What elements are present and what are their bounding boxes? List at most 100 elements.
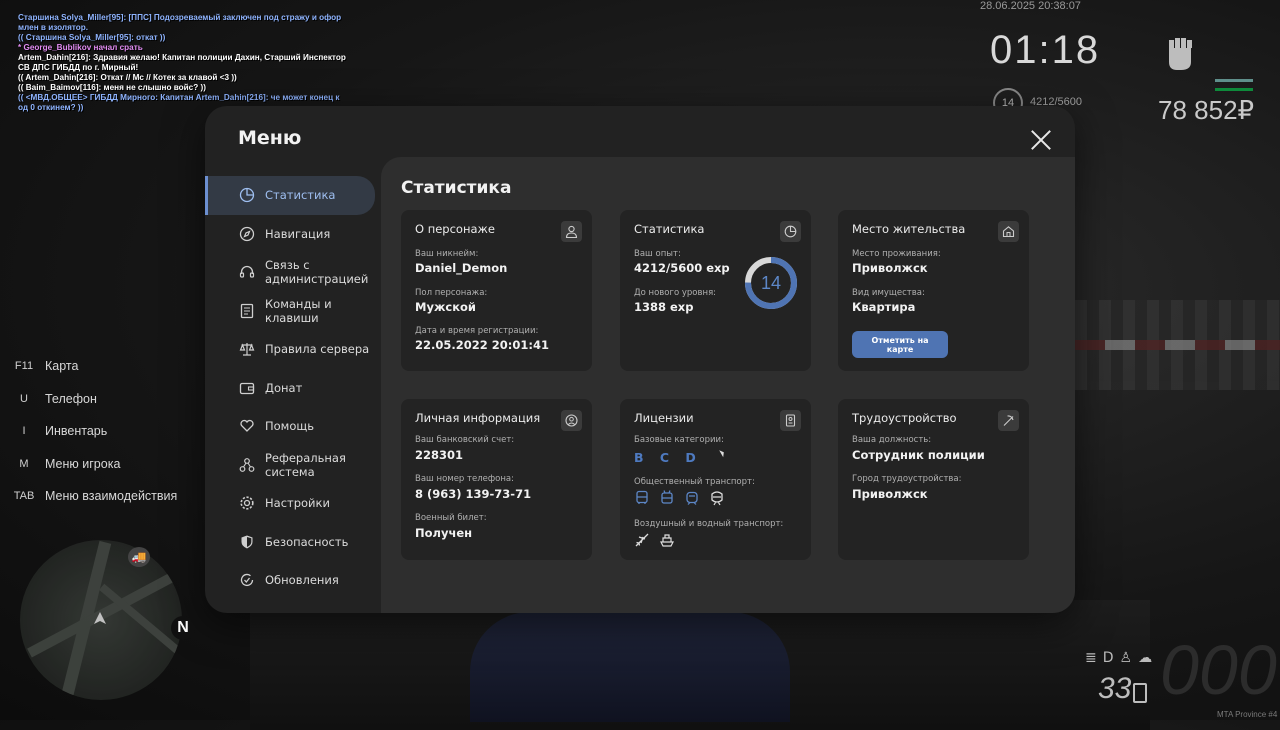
registration-value: 22.05.2022 20:01:41 [415, 338, 549, 352]
id-card-icon [780, 410, 801, 431]
chat-line: (( Artem_Dahin[216]: Откат // Мс // Коте… [18, 73, 237, 82]
scales-icon [239, 343, 255, 356]
field-label: Ваш номер телефона: [415, 474, 514, 484]
card-employment: Трудоустройство Ваша должность: Сотрудни… [838, 399, 1029, 560]
sidebar-item-admin-contact[interactable]: Связь с администрацией [205, 253, 381, 292]
chat-line: Старшина Solya_Miller[95]: [ППС] Подозре… [18, 13, 342, 22]
shield-icon [241, 535, 253, 549]
close-icon[interactable] [1031, 130, 1051, 150]
sidebar-item-label: Правила сервера [265, 342, 370, 357]
page-title: Статистика [401, 178, 512, 198]
train-icon [711, 491, 723, 506]
card-title: Трудоустройство [852, 411, 957, 425]
card-title: Место жительства [852, 222, 966, 236]
chat-line: (( <МВД.ОБЩЕЕ> ГИБДД Мирного: Капитан Ar… [18, 93, 340, 102]
sidebar-item-label: Донат [265, 380, 303, 395]
field-label: Ваш банковский счет: [415, 435, 515, 445]
server-watermark: MTA Province #4 [1217, 710, 1278, 719]
refresh-check-icon [240, 574, 254, 587]
hotkey-item: I Инвентарь [12, 415, 177, 448]
card-title: Личная информация [415, 411, 541, 425]
sidebar-item-statistics[interactable]: Статистика [205, 176, 375, 215]
hud-datetime: 28.06.2025 20:38:07 [980, 0, 1081, 12]
property-value: Квартира [852, 300, 916, 314]
field-label: Вид имущества: [852, 288, 925, 298]
hud-health-bar [1215, 79, 1253, 82]
field-label: Ваша должность: [852, 435, 932, 445]
public-transport-icons [634, 490, 725, 506]
license-categories: B C D [634, 450, 702, 465]
engine-icon: ☁ [1138, 650, 1159, 666]
hotkey-key: F11 [14, 360, 34, 373]
air-water-transport-icons [634, 532, 675, 548]
sidebar-item-label: Статистика [265, 188, 336, 203]
sidebar-item-commands[interactable]: Команды и клавиши [205, 292, 381, 331]
sidebar-item-label: Настройки [265, 496, 330, 511]
pie-chart-icon [239, 188, 255, 203]
card-title: О персонаже [415, 222, 495, 236]
chat-line: (( Baim_Baimov[116]: меня не слышно войс… [18, 83, 206, 92]
chat-line: (( Старшина Solya_Miller[95]: откат )) [18, 33, 166, 42]
content-panel: Статистика О персонаже Ваш никнейм: Dani… [381, 157, 1075, 613]
sidebar-item-updates[interactable]: Обновления [205, 561, 381, 600]
sidebar-item-security[interactable]: Безопасность [205, 523, 381, 562]
sidebar-item-label: Помощь [265, 419, 315, 434]
boat-icon [660, 534, 674, 547]
minimap [20, 540, 182, 700]
field-label: Военный билет: [415, 513, 487, 523]
sidebar-item-navigation[interactable]: Навигация [205, 215, 381, 254]
field-label: До нового уровня: [634, 288, 717, 298]
sidebar-item-rules[interactable]: Правила сервера [205, 330, 381, 369]
headset-icon [239, 266, 255, 278]
heart-hand-icon [240, 420, 254, 433]
residence-value: Приволжск [852, 261, 928, 275]
card-personal-info: Личная информация Ваш банковский счет: 2… [401, 399, 592, 560]
hotkey-item: M Меню игрока [12, 448, 177, 481]
sidebar-item-label: Обновления [265, 573, 339, 588]
home-icon [998, 221, 1019, 242]
field-label: Общественный транспорт: [634, 477, 755, 487]
sidebar-item-donate[interactable]: Донат [205, 369, 381, 408]
fuel-pump-icon [1133, 683, 1147, 703]
field-label: Ваш опыт: [634, 249, 681, 259]
job-city-value: Приволжск [852, 487, 928, 501]
card-residence: Место жительства Место проживания: Приво… [838, 210, 1029, 371]
next-level-value: 1388 exp [634, 300, 694, 314]
sidebar-item-label: Связь с администрацией [265, 258, 369, 287]
fist-icon [1169, 38, 1192, 70]
chat-line: Artem_Dahin[216]: Здравия желаю! Капитан… [18, 53, 346, 62]
card-licenses: Лицензии Базовые категории: B C D Общест… [620, 399, 811, 560]
hotkey-key: U [20, 392, 28, 405]
level-value: 14 [760, 273, 782, 293]
sidebar-item-settings[interactable]: Настройки [205, 484, 381, 523]
nickname-value: Daniel_Demon [415, 261, 508, 275]
position-value: Сотрудник полиции [852, 448, 985, 462]
fence-stripe [1075, 340, 1280, 350]
hud-money: 78 852₽ [1158, 95, 1255, 125]
field-label: Базовые категории: [634, 435, 724, 445]
field-label: Город трудоустройства: [852, 474, 962, 484]
background-car [470, 612, 790, 722]
hotkey-item: TAB Меню взаимодействия [12, 480, 178, 513]
fuel-value: 33 [1098, 672, 1132, 705]
hud-time: 01:18 [990, 28, 1101, 72]
hotkey-key: I [22, 425, 26, 438]
exp-value: 4212/5600 exp [634, 261, 730, 275]
field-label: Ваш никнейм: [415, 249, 479, 259]
hud-armor-bar [1215, 88, 1253, 91]
hotkey-key: TAB [13, 490, 35, 503]
hotkey-item: U Телефон [12, 383, 177, 416]
menu-title: Меню [238, 127, 302, 149]
hotkey-key: M [19, 457, 29, 470]
sidebar-item-referral[interactable]: Реферальная система [205, 446, 381, 485]
sidebar-item-help[interactable]: Помощь [205, 407, 381, 446]
hotkey-label: Инвентарь [45, 424, 108, 439]
bus-icon [636, 490, 648, 504]
phone-value: 8 (963) 139-73-71 [415, 487, 532, 501]
pickaxe-icon [998, 410, 1019, 431]
headlights-icon: ≣D [1085, 650, 1120, 666]
mark-on-map-button[interactable]: Отметить на карте [852, 331, 948, 358]
seatbelt-icon: ♙ [1119, 650, 1139, 666]
gender-value: Мужской [415, 300, 476, 314]
card-statistics: Статистика Ваш опыт: 4212/5600 exp До но… [620, 210, 811, 371]
